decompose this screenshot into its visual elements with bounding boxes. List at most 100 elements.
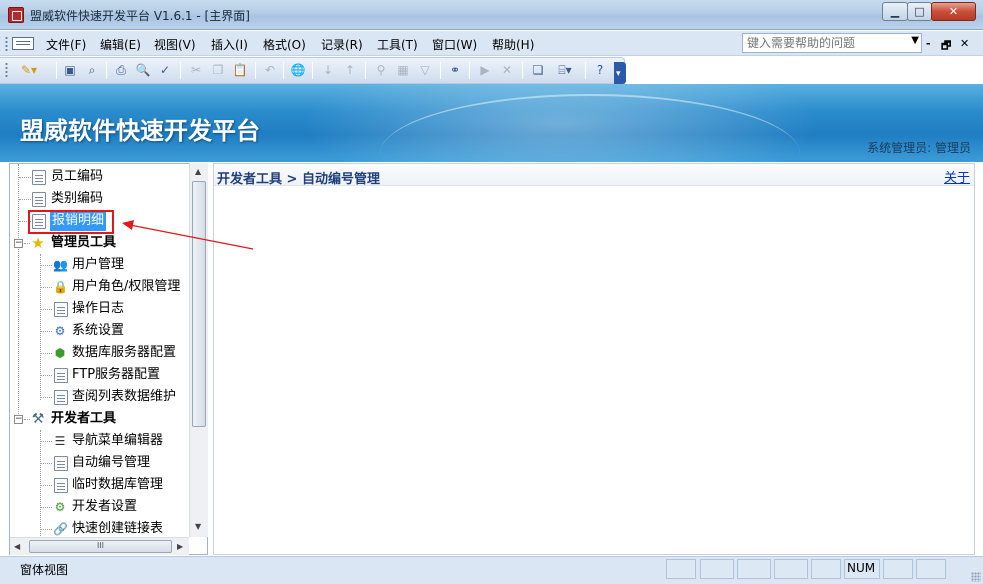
nav-item-operation-log[interactable]: 操作日志: [10, 299, 198, 319]
toolbar-grip[interactable]: [5, 62, 8, 78]
nav-item-ftp-server-config[interactable]: FTP服务器配置: [10, 365, 198, 385]
menu-view[interactable]: 视图(V): [154, 36, 196, 53]
nav-item-system-settings[interactable]: ⚙ 系统设置: [10, 321, 198, 341]
mdi-restore-button[interactable]: 🗗: [941, 37, 951, 56]
resize-grip-icon[interactable]: [971, 572, 981, 582]
hyperlink-icon[interactable]: 🌐: [290, 62, 306, 78]
nav-item-label: 自动编号管理: [72, 455, 151, 470]
nav-horizontal-scrollbar[interactable]: ◀ III ▶: [10, 537, 189, 555]
document-icon: [54, 390, 68, 405]
help-search-input[interactable]: [743, 34, 903, 52]
nav-item-label: 数据库服务器配置: [72, 345, 177, 360]
toolbar-separator: [522, 62, 523, 79]
status-indicator-cell: [883, 559, 913, 579]
scroll-thumb[interactable]: [192, 181, 206, 427]
menu-records[interactable]: 记录(R): [321, 36, 363, 53]
menu-file[interactable]: 文件(F): [46, 36, 86, 53]
close-link[interactable]: 关于: [944, 167, 970, 186]
nav-vertical-scrollbar[interactable]: ▲ ▼: [189, 163, 208, 537]
lock-icon: 🔒: [53, 280, 68, 294]
sort-ascending-icon[interactable]: ↓: [320, 62, 336, 78]
scroll-left-arrow-icon[interactable]: ◀: [14, 542, 20, 551]
filter-by-selection-icon[interactable]: ⚲: [373, 62, 389, 78]
toolbar-separator: [440, 62, 441, 79]
tree-line: [41, 265, 52, 266]
collapse-icon[interactable]: −: [14, 415, 23, 424]
toolbar-options-button[interactable]: [614, 62, 626, 84]
scroll-up-arrow-icon[interactable]: ▲: [195, 167, 201, 176]
spellcheck-icon[interactable]: ✓: [157, 62, 173, 78]
copy-icon[interactable]: ❐: [210, 62, 226, 78]
nav-item-label: 临时数据库管理: [72, 477, 164, 492]
database-window-icon[interactable]: ❏: [530, 62, 546, 78]
mdi-close-button[interactable]: ✕: [960, 37, 969, 50]
toolbar-separator: [180, 62, 181, 79]
view-icon[interactable]: ✎▾: [18, 62, 40, 78]
nav-item-menu-editor[interactable]: ☰ 导航菜单编辑器: [10, 431, 198, 451]
nav-group-label: 管理员工具: [51, 235, 117, 250]
status-indicator-cell: [700, 559, 734, 579]
scroll-down-arrow-icon[interactable]: ▼: [195, 522, 201, 531]
apply-filter-icon[interactable]: ▽: [417, 62, 433, 78]
document-icon: [54, 456, 68, 471]
delete-record-icon[interactable]: ✕: [499, 62, 515, 78]
nav-item-label: 用户角色/权限管理: [72, 279, 181, 294]
cut-icon[interactable]: ✂: [188, 62, 204, 78]
menu-help[interactable]: 帮助(H): [492, 36, 534, 53]
main-content: 开发者工具 > 自动编号管理 关于: [213, 163, 975, 555]
nav-item-employee-code[interactable]: 员工编码: [10, 167, 198, 187]
menu-window[interactable]: 窗口(W): [432, 36, 477, 53]
chevron-down-icon[interactable]: ▼: [911, 35, 919, 46]
scroll-thumb[interactable]: III: [29, 540, 172, 553]
tree-line: [41, 397, 52, 398]
title-bar: 盟威软件快速开发平台 V1.6.1 - [主界面] ▁ □ ✕: [0, 0, 983, 30]
nav-group-developer-tools[interactable]: − ⚒ 开发者工具: [10, 409, 198, 429]
menubar-grip[interactable]: [5, 36, 8, 52]
minimize-button[interactable]: ▁: [882, 2, 908, 21]
nav-group-admin-tools[interactable]: − ★ 管理员工具: [10, 233, 198, 253]
menu-insert[interactable]: 插入(I): [211, 36, 248, 53]
nav-item-auto-numbering[interactable]: 自动编号管理: [10, 453, 198, 473]
close-window-button[interactable]: ✕: [931, 2, 976, 21]
print-icon[interactable]: ⎙: [113, 62, 129, 78]
paste-icon[interactable]: 📋: [232, 62, 248, 78]
scroll-right-arrow-icon[interactable]: ▶: [177, 542, 183, 551]
print-preview-icon[interactable]: 🔍: [135, 62, 151, 78]
status-indicator-cell: [811, 559, 841, 579]
toolbar-separator: [283, 62, 284, 79]
help-search-box[interactable]: ▼: [742, 33, 922, 53]
find-icon[interactable]: ⚭: [447, 62, 463, 78]
nav-item-label: 操作日志: [72, 301, 125, 316]
new-object-icon[interactable]: ⌸▾: [552, 62, 578, 78]
nav-item-category-code[interactable]: 类别编码: [10, 189, 198, 209]
menu-window-icon[interactable]: [12, 37, 34, 50]
save-icon[interactable]: ▣: [62, 62, 78, 78]
help-icon[interactable]: ?: [592, 62, 608, 78]
nav-item-create-linked-table[interactable]: 🔗 快速创建链接表: [10, 519, 198, 539]
maximize-button[interactable]: □: [907, 2, 932, 21]
collapse-icon[interactable]: −: [14, 239, 23, 248]
search-icon[interactable]: ⌕: [84, 62, 100, 78]
nav-item-label: 快速创建链接表: [72, 521, 164, 536]
link-icon: 🔗: [53, 522, 68, 536]
nav-item-user-management[interactable]: 👥 用户管理: [10, 255, 198, 275]
nav-item-role-permissions[interactable]: 🔒 用户角色/权限管理: [10, 277, 198, 297]
menu-tools[interactable]: 工具(T): [377, 36, 418, 53]
annotation-highlight-box: [28, 210, 114, 234]
nav-item-label: 系统设置: [72, 323, 125, 338]
nav-item-developer-settings[interactable]: ⚙ 开发者设置: [10, 497, 198, 517]
window-title: 盟威软件快速开发平台 V1.6.1 - [主界面]: [30, 9, 250, 23]
sort-descending-icon[interactable]: ↑: [342, 62, 358, 78]
new-record-icon[interactable]: ▶: [477, 62, 493, 78]
filter-by-form-icon[interactable]: ▦: [395, 62, 411, 78]
nav-item-temp-db-management[interactable]: 临时数据库管理: [10, 475, 198, 495]
nav-item-db-server-config[interactable]: ⬢ 数据库服务器配置: [10, 343, 198, 363]
mdi-minimize-button[interactable]: -: [926, 37, 931, 50]
menu-edit[interactable]: 编辑(E): [100, 36, 141, 53]
menu-format[interactable]: 格式(O): [263, 36, 306, 53]
undo-icon[interactable]: ↶: [262, 62, 278, 78]
toolbar-separator: [312, 62, 313, 79]
tree-line: [41, 529, 52, 530]
database-server-icon: ⬢: [54, 346, 66, 360]
nav-item-lookup-list-maintenance[interactable]: 查阅列表数据维护: [10, 387, 198, 407]
